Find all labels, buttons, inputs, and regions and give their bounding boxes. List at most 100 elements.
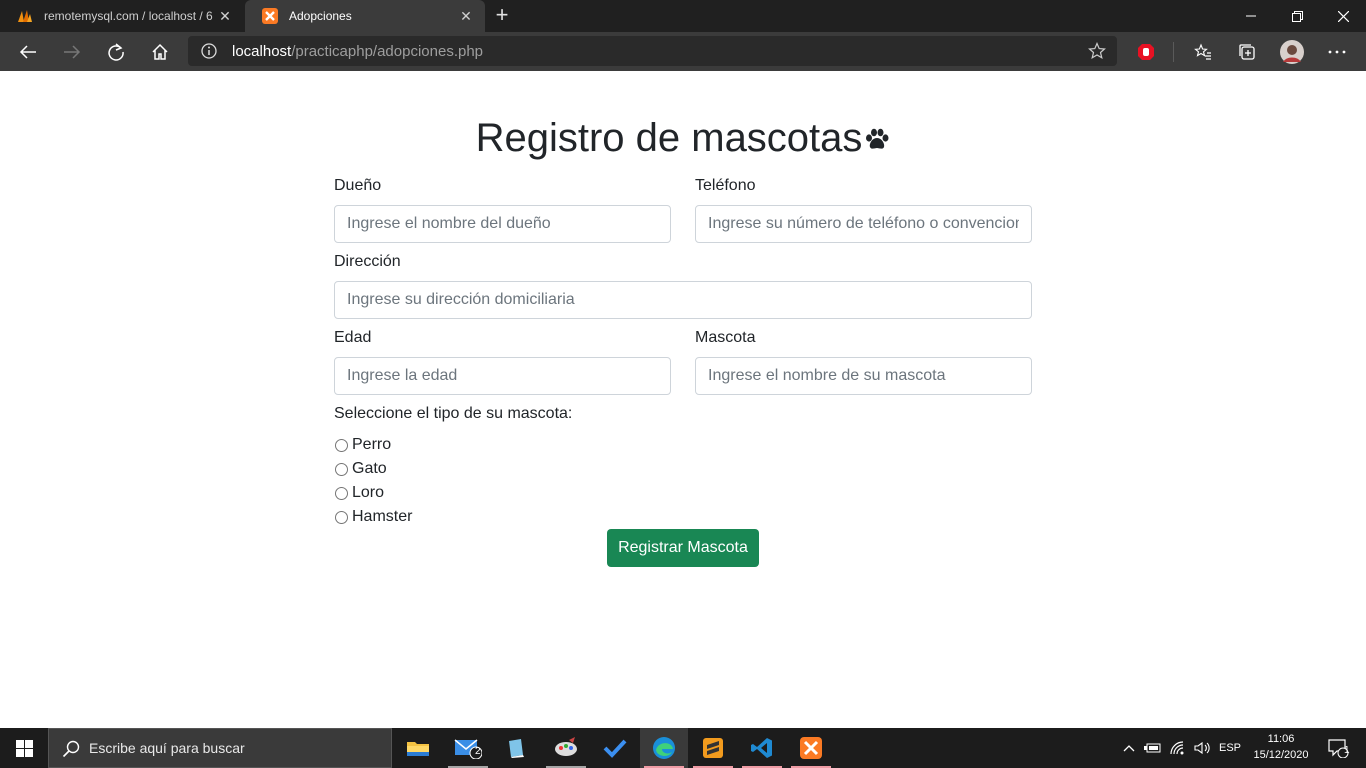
home-button[interactable]: [145, 37, 175, 67]
folder-icon: [407, 742, 429, 756]
close-icon: [1337, 10, 1349, 22]
page-title-text: Registro de mascotas: [475, 116, 863, 160]
tab-title: remotemysql.com / localhost / 6: [44, 9, 213, 23]
page-title: Registro de mascotas: [0, 116, 1366, 161]
input-language[interactable]: ESP: [1216, 728, 1244, 768]
age-input[interactable]: [334, 357, 671, 395]
favorite-star-icon[interactable]: [1088, 42, 1106, 60]
radio-label: Loro: [352, 484, 385, 501]
radio-label: Perro: [352, 436, 392, 453]
favorites-button[interactable]: [1188, 37, 1218, 67]
network-button[interactable]: [1168, 728, 1190, 768]
radio-gato[interactable]: [335, 462, 348, 476]
clock[interactable]: 11:06 15/12/2020: [1246, 731, 1316, 763]
arrow-right-icon: [64, 45, 81, 59]
avatar-icon: [1280, 40, 1304, 64]
taskbar: Escribe aquí para buscar 2 ESP 11:06 15/…: [0, 728, 1366, 768]
forward-button[interactable]: [57, 37, 87, 67]
url-path: /practicaphp/adopciones.php: [291, 43, 484, 60]
owner-input[interactable]: [334, 205, 671, 243]
taskbar-todo[interactable]: [591, 728, 639, 768]
close-tab-icon[interactable]: ✕: [455, 8, 477, 25]
taskbar-xampp[interactable]: [787, 728, 835, 768]
address-input[interactable]: [334, 281, 1032, 319]
tab-title: Adopciones: [289, 9, 352, 23]
xampp-icon: [800, 737, 822, 759]
radio-label: Hamster: [352, 508, 413, 525]
close-tab-icon[interactable]: ✕: [214, 8, 236, 25]
settings-menu-button[interactable]: [1322, 37, 1352, 67]
tab-adopciones[interactable]: Adopciones ✕: [245, 0, 485, 32]
age-label: Edad: [334, 329, 372, 346]
taskbar-mail[interactable]: 2: [444, 728, 492, 768]
collections-icon: [1239, 44, 1255, 60]
vscode-icon: [751, 738, 772, 758]
clock-date: 15/12/2020: [1253, 749, 1309, 761]
search-icon: [62, 740, 80, 758]
taskbar-file-explorer[interactable]: [394, 728, 442, 768]
info-icon[interactable]: [201, 43, 217, 59]
phone-label: Teléfono: [695, 177, 756, 194]
minimize-icon: [1246, 15, 1256, 17]
owner-label: Dueño: [334, 177, 382, 194]
radio-label: Gato: [352, 460, 387, 477]
home-icon: [152, 43, 168, 60]
volume-button[interactable]: [1192, 728, 1214, 768]
taskbar-sublime-text[interactable]: [689, 728, 737, 768]
close-window-button[interactable]: [1320, 0, 1366, 32]
pet-name-label: Mascota: [695, 329, 756, 346]
radio-option-loro[interactable]: Loro: [334, 484, 384, 502]
mail-badge: 2: [475, 746, 481, 757]
collections-button[interactable]: [1232, 37, 1262, 67]
radio-hamster[interactable]: [335, 510, 348, 524]
action-center-button[interactable]: 1: [1318, 728, 1358, 768]
address-label: Dirección: [334, 253, 401, 270]
favorites-list-icon: [1194, 43, 1211, 60]
new-tab-button[interactable]: +: [490, 4, 514, 28]
stop-hand-extension-icon: [1138, 44, 1154, 60]
url-text: localhost/practicaphp/adopciones.php: [232, 43, 483, 60]
book-app-icon: [509, 739, 524, 758]
minimize-button[interactable]: [1228, 0, 1274, 32]
chevron-up-icon: [1123, 745, 1135, 752]
taskbar-app-book[interactable]: [492, 728, 540, 768]
radio-option-hamster[interactable]: Hamster: [334, 508, 412, 526]
edge-icon: [653, 737, 675, 759]
tab-strip: remotemysql.com / localhost / 6 ✕ Adopci…: [0, 0, 1366, 32]
clock-time: 11:06: [1267, 733, 1295, 745]
paw-icon: [866, 128, 889, 149]
url-host: localhost: [232, 43, 292, 60]
tab-remotemysql[interactable]: remotemysql.com / localhost / 6 ✕: [0, 0, 244, 32]
pet-name-input[interactable]: [695, 357, 1032, 395]
radio-loro[interactable]: [335, 486, 348, 500]
taskbar-vscode[interactable]: [738, 728, 786, 768]
toolbar-divider: [1173, 42, 1174, 62]
radio-option-perro[interactable]: Perro: [334, 436, 391, 454]
back-button[interactable]: [13, 37, 43, 67]
battery-button[interactable]: [1142, 728, 1164, 768]
register-pet-button[interactable]: Registrar Mascota: [607, 529, 759, 567]
windows-icon: [15, 739, 33, 757]
restore-icon: [1291, 10, 1303, 22]
battery-icon: [1144, 743, 1161, 753]
extension-button[interactable]: [1131, 37, 1161, 67]
radio-option-gato[interactable]: Gato: [334, 460, 387, 478]
taskbar-app-paint[interactable]: [542, 728, 590, 768]
xampp-icon: [262, 8, 278, 24]
show-hidden-icons-button[interactable]: [1120, 728, 1138, 768]
phone-input[interactable]: [695, 205, 1032, 243]
refresh-icon: [108, 43, 124, 61]
taskbar-edge[interactable]: [640, 728, 688, 768]
profile-button[interactable]: [1277, 37, 1307, 67]
radio-perro[interactable]: [335, 438, 348, 452]
taskbar-search[interactable]: Escribe aquí para buscar: [48, 728, 392, 768]
search-placeholder: Escribe aquí para buscar: [89, 740, 245, 756]
address-bar[interactable]: localhost/practicaphp/adopciones.php: [188, 36, 1117, 66]
refresh-button[interactable]: [101, 37, 131, 67]
notification-count: 1: [1344, 745, 1350, 756]
more-icon: [1328, 50, 1346, 54]
start-button[interactable]: [0, 728, 48, 768]
restore-button[interactable]: [1274, 0, 1320, 32]
pet-type-label: Seleccione el tipo de su mascota:: [334, 405, 573, 422]
paint-app-icon: [555, 737, 577, 756]
